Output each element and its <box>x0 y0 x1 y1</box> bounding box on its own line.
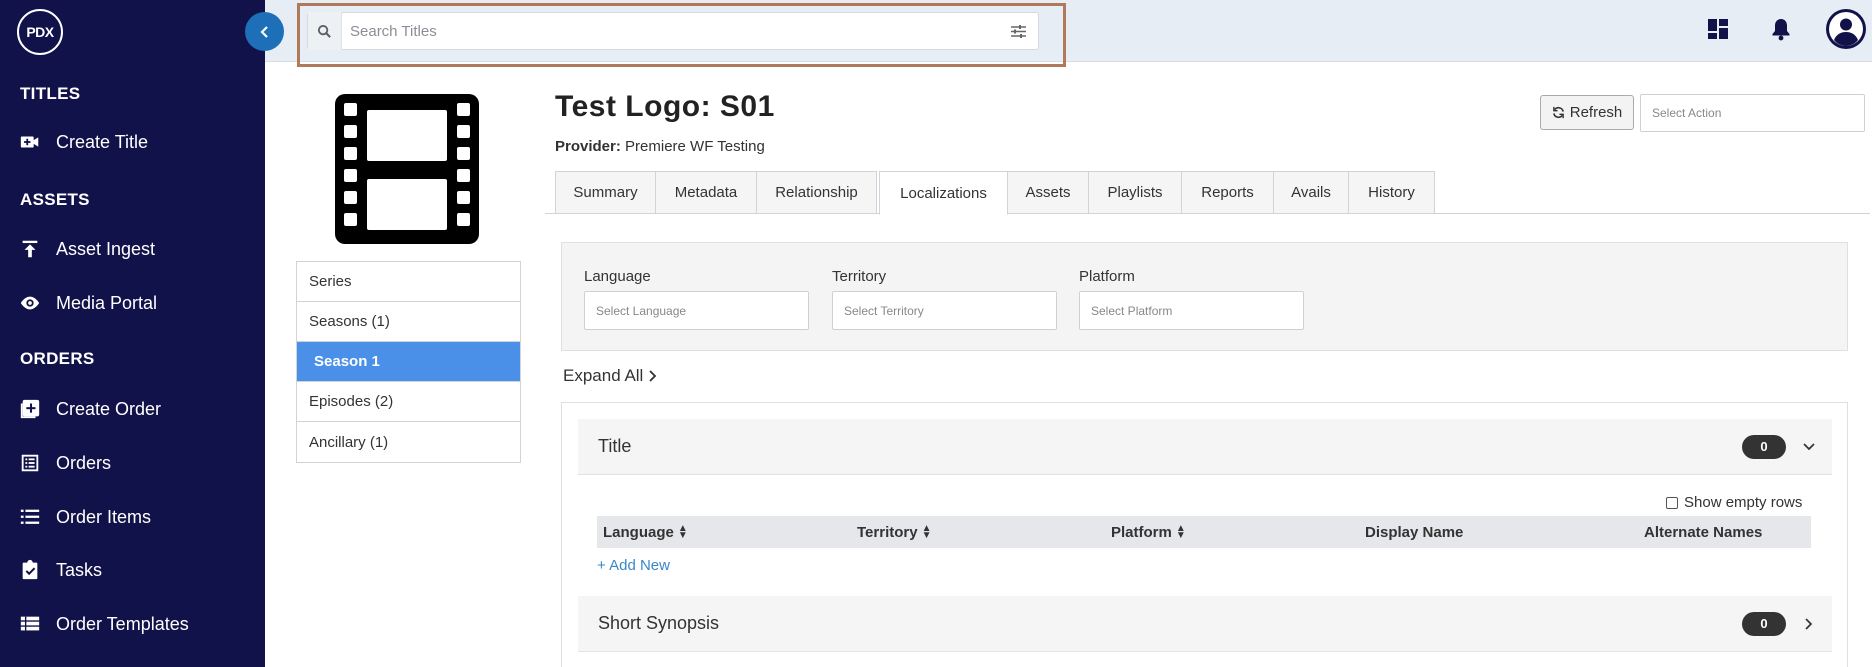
page-title: Test Logo: S01 <box>555 90 775 123</box>
section-name: Short Synopsis <box>598 613 720 633</box>
section-heading-titles: TITLES <box>20 84 81 103</box>
tab-reports[interactable]: Reports <box>1181 171 1274 214</box>
tab-metadata[interactable]: Metadata <box>655 171 757 214</box>
column-territory[interactable]: Territory ▲ ▼ <box>857 516 931 548</box>
count-badge: 0 <box>1742 611 1786 636</box>
eye-icon <box>18 291 42 315</box>
platform-label: Platform <box>1079 268 1135 285</box>
title-poster-film-icon <box>335 94 479 244</box>
tab-summary[interactable]: Summary <box>555 171 656 214</box>
list-box-icon <box>18 451 42 475</box>
nav-create-title[interactable]: Create Title <box>18 130 148 154</box>
expand-all-label: Expand All <box>563 366 644 385</box>
tab-avails[interactable]: Avails <box>1273 171 1349 214</box>
chevron-left-icon <box>259 25 268 38</box>
column-label: Territory <box>857 523 918 541</box>
nav-asset-ingest[interactable]: Asset Ingest <box>18 237 155 261</box>
show-empty-rows-checkbox[interactable] <box>1666 496 1678 509</box>
section-short-synopsis-row[interactable]: Short Synopsis 0 <box>578 596 1832 652</box>
language-label: Language <box>584 268 651 285</box>
nav-tasks[interactable]: Tasks <box>18 558 102 582</box>
search-icon <box>308 12 342 50</box>
refresh-icon <box>1552 106 1564 119</box>
search-bar[interactable] <box>307 12 1039 50</box>
column-language[interactable]: Language ▲ ▼ <box>603 516 688 548</box>
show-empty-rows-toggle[interactable]: Show empty rows <box>1666 494 1802 511</box>
tree-item-episodes[interactable]: Episodes (2) <box>297 382 520 422</box>
section-heading-assets: ASSETS <box>20 190 90 209</box>
nav-create-order[interactable]: Create Order <box>18 397 161 421</box>
refresh-label: Refresh <box>1569 104 1623 121</box>
upload-icon <box>18 237 42 261</box>
sidebar: PDX TITLES Create Title ASSETS Asset Ing… <box>0 0 265 667</box>
column-label: Platform <box>1111 523 1172 541</box>
user-avatar-icon[interactable] <box>1826 9 1866 49</box>
list-icon <box>18 505 42 529</box>
tree-item-ancillary[interactable]: Ancillary (1) <box>297 422 520 462</box>
chevron-down-icon[interactable] <box>1802 440 1816 454</box>
nav-order-templates[interactable]: Order Templates <box>18 612 189 636</box>
nav-order-items[interactable]: Order Items <box>18 505 151 529</box>
tree-item-seasons[interactable]: Seasons (1) <box>297 302 520 342</box>
section-heading-orders: ORDERS <box>20 349 95 368</box>
tree-item-season-1[interactable]: Season 1 <box>297 342 520 382</box>
column-platform[interactable]: Platform ▲ ▼ <box>1111 516 1186 548</box>
localization-table-header: Language ▲ ▼ Territory ▲ ▼ Platform ▲ ▼ Dis… <box>597 516 1811 548</box>
tab-history[interactable]: History <box>1348 171 1435 214</box>
provider-line: Provider: Premiere WF Testing <box>555 138 765 155</box>
collapse-sidebar-button[interactable] <box>245 12 284 51</box>
video-plus-icon <box>18 130 42 154</box>
title-hierarchy-list: Series Seasons (1) Season 1 Episodes (2)… <box>296 261 521 463</box>
language-select[interactable]: Select Language <box>584 291 809 330</box>
dashboard-icon[interactable] <box>1703 14 1733 44</box>
column-display-name: Display Name <box>1365 523 1464 541</box>
territory-select[interactable]: Select Territory <box>832 291 1057 330</box>
clipboard-check-icon <box>18 558 42 582</box>
show-empty-rows-label: Show empty rows <box>1684 494 1803 511</box>
provider-label: Provider: <box>555 138 621 155</box>
count-badge: 0 <box>1742 434 1786 459</box>
tab-playlists[interactable]: Playlists <box>1088 171 1182 214</box>
expand-all-button[interactable]: Expand All <box>563 366 658 386</box>
add-new-link[interactable]: + Add New <box>597 557 670 574</box>
provider-value: Premiere WF Testing <box>625 138 765 155</box>
title-tabs: Summary Metadata Relationship Localizati… <box>545 171 1870 215</box>
territory-label: Territory <box>832 268 887 285</box>
select-action-dropdown[interactable]: Select Action <box>1640 94 1865 132</box>
sort-icon: ▲ ▼ <box>677 523 688 541</box>
add-box-icon <box>18 397 42 421</box>
nav-label: Asset Ingest <box>56 238 156 259</box>
section-title-row[interactable]: Title 0 <box>578 419 1832 475</box>
tab-relationship[interactable]: Relationship <box>756 171 877 214</box>
nav-label: Media Portal <box>56 292 158 313</box>
refresh-button[interactable]: Refresh <box>1540 95 1634 130</box>
sort-icon: ▲ ▼ <box>921 523 932 541</box>
nav-label: Order Templates <box>56 613 189 634</box>
bell-icon[interactable] <box>1766 14 1796 44</box>
nav-label: Create Order <box>56 398 162 419</box>
nav-media-portal[interactable]: Media Portal <box>18 291 157 315</box>
tab-assets[interactable]: Assets <box>1007 171 1089 214</box>
column-label: Language <box>603 523 674 541</box>
nav-orders[interactable]: Orders <box>18 451 111 475</box>
nav-label: Orders <box>56 452 112 473</box>
chevron-right-icon <box>649 370 657 382</box>
platform-select[interactable]: Select Platform <box>1079 291 1304 330</box>
nav-label: Tasks <box>56 559 103 580</box>
localization-filter-panel: Language Select Language Territory Selec… <box>561 242 1848 351</box>
tab-localizations[interactable]: Localizations <box>879 171 1008 215</box>
section-name: Title <box>598 436 632 456</box>
table-icon <box>18 612 42 636</box>
nav-label: Order Items <box>56 506 152 527</box>
pdx-logo[interactable]: PDX <box>17 9 63 55</box>
chevron-right-icon[interactable] <box>1802 617 1816 631</box>
filter-sliders-icon[interactable] <box>998 12 1038 50</box>
sort-icon: ▲ ▼ <box>1175 523 1186 541</box>
nav-label: Create Title <box>56 131 149 152</box>
search-input[interactable] <box>342 22 998 40</box>
column-alternate-names: Alternate Names <box>1644 523 1763 541</box>
tree-item-series[interactable]: Series <box>297 262 520 302</box>
